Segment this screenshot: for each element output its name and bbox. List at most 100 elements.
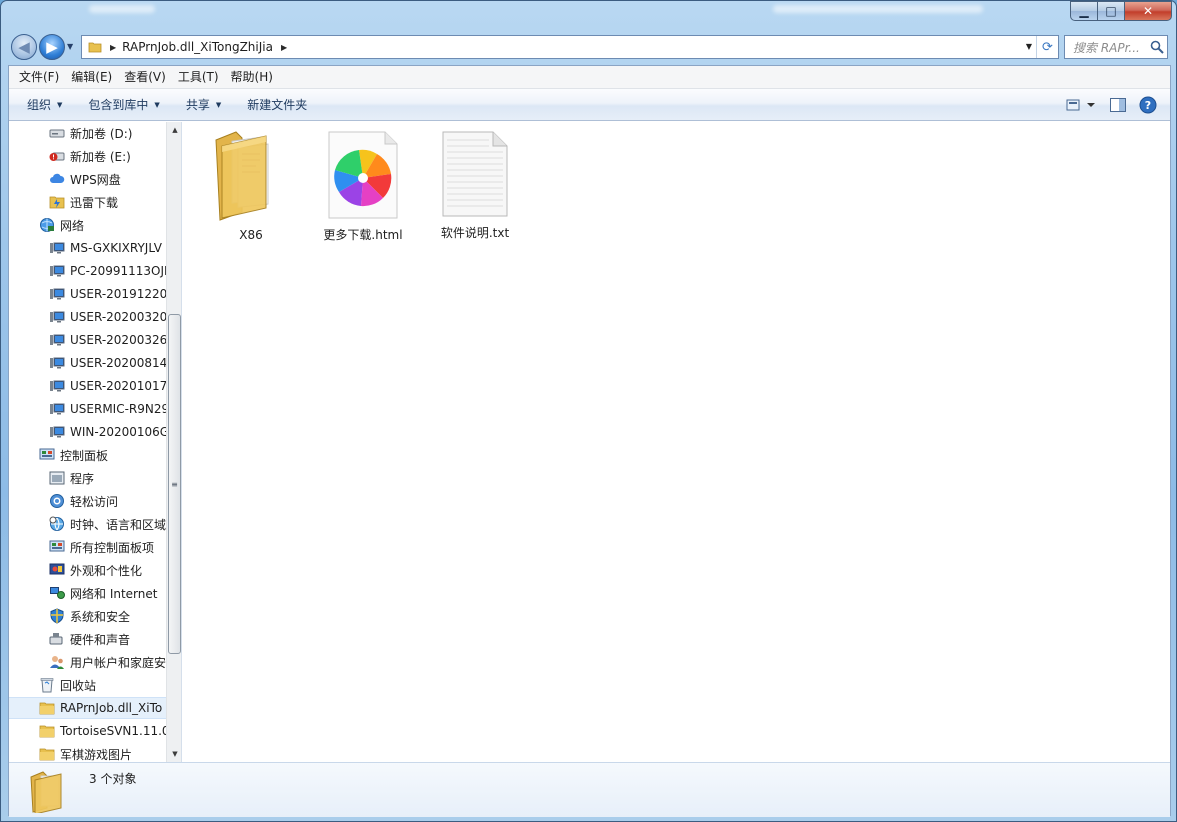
file-item-readme[interactable]: 软件说明.txt bbox=[427, 130, 523, 240]
nav-item-label: USER-20200814/ bbox=[70, 356, 166, 370]
nav-item-label: 硬件和声音 bbox=[70, 632, 131, 647]
nav-item[interactable]: USER-20200326V bbox=[9, 329, 166, 351]
refresh-button[interactable]: ⟳ bbox=[1036, 36, 1058, 58]
nav-item[interactable]: WPS网盘 bbox=[9, 168, 166, 190]
file-name: 更多下载.html bbox=[323, 228, 403, 242]
menu-edit[interactable]: 编辑(E) bbox=[65, 66, 118, 89]
search-icon[interactable] bbox=[1147, 37, 1167, 57]
back-button[interactable]: ◀ bbox=[11, 34, 37, 60]
address-bar[interactable]: ▶ RAPrnJob.dll_XiTongZhiJia ▶ ▼ ⟳ bbox=[81, 35, 1059, 59]
nav-item-label: WIN-20200106G bbox=[70, 425, 166, 439]
arrow-left-icon: ◀ bbox=[18, 37, 30, 56]
nav-item[interactable]: RAPrnJob.dll_XiTo bbox=[9, 697, 166, 719]
help-button[interactable]: ? bbox=[1136, 93, 1160, 117]
nav-item-label: 用户帐户和家庭安 bbox=[70, 655, 166, 670]
breadcrumb-arrow-icon[interactable]: ▶ bbox=[281, 43, 287, 52]
scroll-up-icon[interactable]: ▲ bbox=[167, 122, 181, 138]
network-icon bbox=[39, 217, 55, 233]
minimize-button[interactable]: ▁ bbox=[1070, 1, 1097, 21]
search-placeholder: 搜索 RAPr... bbox=[1073, 40, 1140, 55]
ease-of-access-icon bbox=[49, 493, 65, 509]
address-dropdown[interactable]: ▼ bbox=[1026, 42, 1032, 51]
preview-pane-button[interactable] bbox=[1106, 93, 1130, 117]
svg-text:?: ? bbox=[1145, 99, 1151, 112]
nav-item[interactable]: 回收站 bbox=[9, 674, 166, 696]
recycle-bin-icon bbox=[39, 677, 55, 693]
folder-icon bbox=[39, 700, 55, 716]
menu-view[interactable]: 查看(V) bbox=[118, 66, 172, 89]
search-input[interactable]: 搜索 RAPr... bbox=[1064, 35, 1168, 59]
share-button[interactable]: 共享 ▼ bbox=[178, 93, 229, 117]
navigation-scrollbar[interactable]: ▲ ≡ ▼ bbox=[166, 122, 181, 762]
recent-pages-dropdown[interactable]: ▼ bbox=[67, 42, 73, 51]
file-item-x86[interactable]: X86 bbox=[203, 130, 299, 242]
nav-item-label: 外观和个性化 bbox=[70, 563, 143, 578]
share-label: 共享 bbox=[185, 98, 210, 112]
menu-file[interactable]: 文件(F) bbox=[13, 66, 65, 89]
nav-item[interactable]: 军棋游戏图片 bbox=[9, 743, 166, 762]
close-button[interactable]: ✕ bbox=[1124, 1, 1172, 21]
change-view-button[interactable] bbox=[1062, 93, 1100, 117]
nav-item[interactable]: USER-20191220I bbox=[9, 283, 166, 305]
nav-item-label: 控制面板 bbox=[60, 448, 109, 463]
nav-item-label: 新加卷 (D:) bbox=[70, 126, 133, 141]
file-name: 软件说明.txt bbox=[440, 226, 510, 240]
drive-error-icon bbox=[49, 148, 65, 164]
menu-bar: 文件(F) 编辑(E) 查看(V) 工具(T) 帮助(H) bbox=[9, 66, 1170, 89]
scroll-down-icon[interactable]: ▼ bbox=[167, 746, 181, 762]
system-security-icon bbox=[49, 608, 65, 624]
details-pane: 3 个对象 bbox=[9, 762, 1170, 817]
menu-tools[interactable]: 工具(T) bbox=[172, 66, 225, 89]
nav-item-label: 军棋游戏图片 bbox=[60, 747, 133, 762]
nav-item[interactable]: USER-20201017I bbox=[9, 375, 166, 397]
breadcrumb-arrow-icon[interactable]: ▶ bbox=[110, 43, 116, 52]
nav-item-label: USER-20191220I bbox=[70, 287, 166, 301]
forward-button[interactable]: ▶ bbox=[39, 34, 65, 60]
organize-label: 组织 bbox=[27, 98, 52, 112]
menu-help[interactable]: 帮助(H) bbox=[225, 66, 279, 89]
title-bar[interactable]: ▁ □ ✕ bbox=[1, 1, 1176, 31]
computer-icon bbox=[49, 332, 65, 348]
nav-item-label: 所有控制面板项 bbox=[70, 540, 155, 555]
nav-item[interactable]: 网络 bbox=[9, 214, 166, 236]
scroll-thumb[interactable]: ≡ bbox=[168, 314, 181, 654]
new-folder-button[interactable]: 新建文件夹 bbox=[239, 93, 315, 117]
nav-item[interactable]: 程序 bbox=[9, 467, 166, 489]
nav-item[interactable]: 外观和个性化 bbox=[9, 559, 166, 581]
breadcrumb[interactable]: RAPrnJob.dll_XiTongZhiJia bbox=[122, 40, 273, 54]
computer-icon bbox=[49, 240, 65, 256]
nav-item[interactable]: PC-20991113OJE bbox=[9, 260, 166, 282]
include-in-library-button[interactable]: 包含到库中 ▼ bbox=[80, 93, 167, 117]
nav-item[interactable]: 网络和 Internet bbox=[9, 582, 166, 604]
nav-item[interactable]: TortoiseSVN1.11.0 bbox=[9, 720, 166, 742]
nav-item[interactable]: 迅雷下载 bbox=[9, 191, 166, 213]
nav-item[interactable]: WIN-20200106G bbox=[9, 421, 166, 443]
nav-item-label: USER-20200326V bbox=[70, 333, 166, 347]
nav-item[interactable]: USER-20200814/ bbox=[9, 352, 166, 374]
nav-item[interactable]: 用户帐户和家庭安 bbox=[9, 651, 166, 673]
programs-icon bbox=[49, 470, 65, 486]
nav-item[interactable]: 新加卷 (D:) bbox=[9, 122, 166, 144]
file-item-more-downloads[interactable]: 更多下载.html bbox=[315, 130, 411, 242]
nav-item[interactable]: 硬件和声音 bbox=[9, 628, 166, 650]
address-row: ◀ ▶ ▼ ▶ RAPrnJob.dll_XiTongZhiJia ▶ ▼ ⟳ … bbox=[9, 33, 1168, 61]
nav-item[interactable]: 轻松访问 bbox=[9, 490, 166, 512]
nav-item[interactable]: MS-GXKIXRYJLV bbox=[9, 237, 166, 259]
nav-item[interactable]: USERMIC-R9N29 bbox=[9, 398, 166, 420]
nav-item-label: 网络 bbox=[60, 218, 85, 233]
file-list: X86 更多下载.html 软件说明.txt bbox=[183, 122, 1170, 762]
nav-item[interactable]: 时钟、语言和区域 bbox=[9, 513, 166, 535]
nav-item[interactable]: 控制面板 bbox=[9, 444, 166, 466]
nav-item[interactable]: USER-20200320 bbox=[9, 306, 166, 328]
computer-icon bbox=[49, 378, 65, 394]
nav-item[interactable]: 所有控制面板项 bbox=[9, 536, 166, 558]
html-browser-icon bbox=[323, 130, 403, 220]
nav-item[interactable]: 新加卷 (E:) bbox=[9, 145, 166, 167]
maximize-button[interactable]: □ bbox=[1097, 1, 1124, 21]
view-controls: ? bbox=[1056, 93, 1160, 117]
appearance-icon bbox=[49, 562, 65, 578]
nav-item[interactable]: 系统和安全 bbox=[9, 605, 166, 627]
user-accounts-icon bbox=[49, 654, 65, 670]
organize-button[interactable]: 组织 ▼ bbox=[19, 93, 70, 117]
text-file-icon bbox=[435, 130, 515, 218]
